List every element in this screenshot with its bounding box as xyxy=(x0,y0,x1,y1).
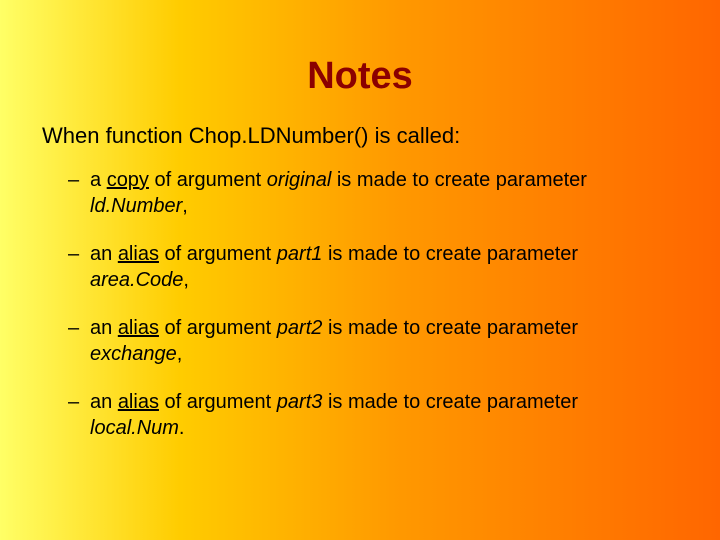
underlined: alias xyxy=(118,391,159,413)
underlined: alias xyxy=(118,243,159,265)
arg-name: part2 xyxy=(277,317,323,339)
txt: , xyxy=(182,195,188,217)
arg-name: original xyxy=(267,169,331,191)
param-name: area.Code xyxy=(90,269,183,291)
txt: , xyxy=(183,269,189,291)
intro-line: When function Chop.LDNumber() is called: xyxy=(0,123,720,167)
txt: an xyxy=(90,317,118,339)
txt: of argument xyxy=(159,243,277,265)
txt: is made to create parameter xyxy=(331,169,587,191)
list-item: an alias of argument part3 is made to cr… xyxy=(90,389,665,441)
txt: is made to create parameter xyxy=(322,391,578,413)
txt: is made to create parameter xyxy=(322,317,578,339)
underlined: alias xyxy=(118,317,159,339)
list-item: an alias of argument part1 is made to cr… xyxy=(90,241,665,293)
txt: of argument xyxy=(159,391,277,413)
txt: an xyxy=(90,243,118,265)
param-name: exchange xyxy=(90,343,177,365)
txt: of argument xyxy=(159,317,277,339)
txt: , xyxy=(177,343,183,365)
param-name: local.Num xyxy=(90,417,179,439)
arg-name: part1 xyxy=(277,243,323,265)
txt: an xyxy=(90,391,118,413)
arg-name: part3 xyxy=(277,391,323,413)
txt: a xyxy=(90,169,107,191)
list-item: a copy of argument original is made to c… xyxy=(90,167,665,219)
txt: . xyxy=(179,417,185,439)
txt: of argument xyxy=(149,169,267,191)
txt: is made to create parameter xyxy=(322,243,578,265)
underlined: copy xyxy=(107,169,149,191)
list-item: an alias of argument part2 is made to cr… xyxy=(90,315,665,367)
bullet-list: a copy of argument original is made to c… xyxy=(0,167,720,441)
slide-title: Notes xyxy=(0,0,720,123)
param-name: ld.Number xyxy=(90,195,182,217)
